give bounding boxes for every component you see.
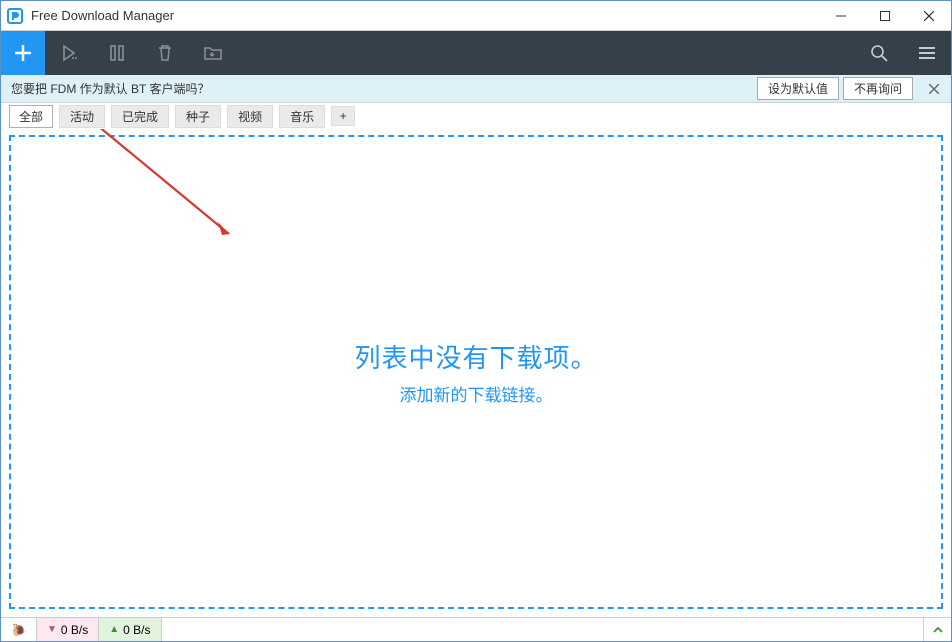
minimize-button[interactable] — [819, 1, 863, 30]
dont-ask-button[interactable]: 不再询问 — [843, 77, 913, 100]
window-controls — [819, 1, 951, 30]
search-button[interactable] — [855, 31, 903, 75]
speed-limit-button[interactable]: 🐌 — [1, 618, 37, 641]
pause-button[interactable] — [93, 31, 141, 75]
maximize-button[interactable] — [863, 1, 907, 30]
upload-speed-value: 0 B/s — [123, 623, 150, 637]
snail-icon: 🐌 — [11, 623, 26, 637]
folder-button[interactable] — [189, 31, 237, 75]
hamburger-menu-button[interactable] — [903, 31, 951, 75]
delete-button[interactable] — [141, 31, 189, 75]
status-bar: 🐌 ▼ 0 B/s ▲ 0 B/s — [1, 617, 951, 641]
start-button[interactable] — [45, 31, 93, 75]
filter-tab-video[interactable]: 视频 — [227, 105, 273, 128]
expand-panel-button[interactable] — [923, 618, 951, 641]
download-speed-value: 0 B/s — [61, 623, 88, 637]
info-bar-message: 您要把 FDM 作为默认 BT 客户端吗？ — [11, 80, 753, 97]
filter-tabs: 全部 活动 已完成 种子 视频 音乐 + — [1, 103, 951, 129]
set-default-button[interactable]: 设为默认值 — [757, 77, 839, 100]
upload-speed-indicator[interactable]: ▲ 0 B/s — [99, 618, 161, 641]
download-speed-indicator[interactable]: ▼ 0 B/s — [37, 618, 99, 641]
info-bar: 您要把 FDM 作为默认 BT 客户端吗？ 设为默认值 不再询问 — [1, 75, 951, 103]
empty-state-subtitle: 添加新的下载链接。 — [400, 381, 553, 406]
add-download-button[interactable] — [1, 31, 45, 75]
window-title: Free Download Manager — [31, 8, 819, 23]
filter-tab-music[interactable]: 音乐 — [279, 105, 325, 128]
window-titlebar: Free Download Manager — [1, 1, 951, 31]
drop-zone[interactable]: 列表中没有下载项。 添加新的下载链接。 — [9, 135, 943, 609]
filter-tab-completed[interactable]: 已完成 — [111, 105, 169, 128]
upload-arrow-icon: ▲ — [109, 624, 119, 635]
filter-tab-active[interactable]: 活动 — [59, 105, 105, 128]
info-bar-close-button[interactable] — [917, 75, 951, 102]
main-toolbar — [1, 31, 951, 75]
filter-tab-all[interactable]: 全部 — [9, 105, 53, 128]
app-icon — [7, 8, 23, 24]
add-filter-tab-button[interactable]: + — [331, 106, 355, 126]
download-arrow-icon: ▼ — [47, 624, 57, 635]
close-button[interactable] — [907, 1, 951, 30]
empty-state-title: 列表中没有下载项。 — [354, 338, 597, 375]
download-list-area[interactable]: 列表中没有下载项。 添加新的下载链接。 — [1, 129, 951, 617]
filter-tab-seeds[interactable]: 种子 — [175, 105, 221, 128]
